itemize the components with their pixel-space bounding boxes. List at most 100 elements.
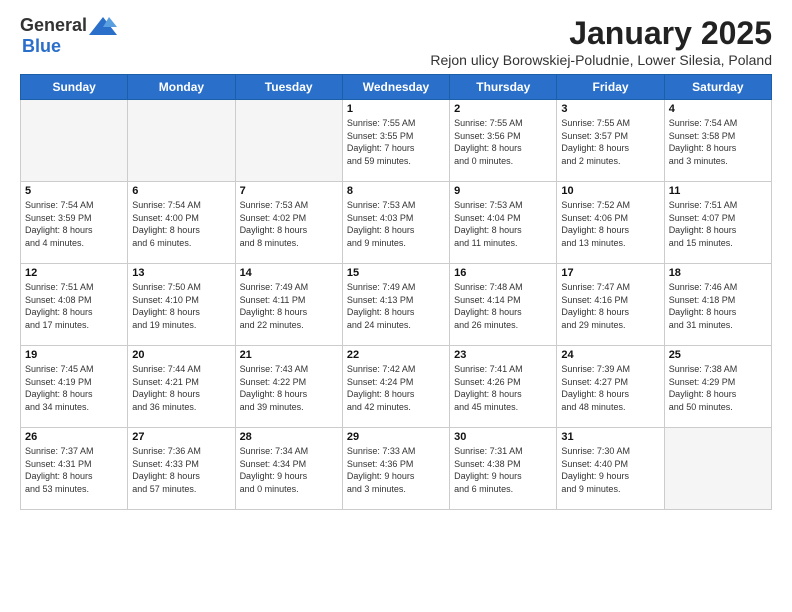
day-info: Sunrise: 7:54 AMSunset: 3:58 PMDaylight:… xyxy=(669,117,767,167)
day-number: 20 xyxy=(132,349,230,361)
day-number: 21 xyxy=(240,349,338,361)
logo-blue: Blue xyxy=(22,36,61,56)
day-info: Sunrise: 7:54 AMSunset: 4:00 PMDaylight:… xyxy=(132,199,230,249)
day-number: 29 xyxy=(347,431,445,443)
day-number: 5 xyxy=(25,185,123,197)
day-cell: 26 Sunrise: 7:37 AMSunset: 4:31 PMDayligh… xyxy=(21,428,128,510)
day-cell: 1Sunrise: 7:55 AMSunset: 3:55 PMDaylight… xyxy=(342,100,449,182)
col-header-thursday: Thursday xyxy=(450,75,557,100)
day-info: Sunrise: 7:53 AMSunset: 4:02 PMDaylight:… xyxy=(240,199,338,249)
page: General Blue January 2025 Rejon ulicy Bo… xyxy=(0,0,792,520)
day-number: 12 xyxy=(25,267,123,279)
month-title: January 2025 xyxy=(430,15,772,52)
day-number: 15 xyxy=(347,267,445,279)
day-cell: 4Sunrise: 7:54 AMSunset: 3:58 PMDaylight… xyxy=(664,100,771,182)
day-info: Sunrise: 7:49 AMSunset: 4:11 PMDaylight:… xyxy=(240,281,338,331)
day-info: Sunrise: 7:48 AMSunset: 4:14 PMDaylight:… xyxy=(454,281,552,331)
day-number: 18 xyxy=(669,267,767,279)
day-cell: 6 Sunrise: 7:54 AMSunset: 4:00 PMDaylight… xyxy=(128,182,235,264)
day-cell: 9 Sunrise: 7:53 AMSunset: 4:04 PMDaylight… xyxy=(450,182,557,264)
day-info: Sunrise: 7:49 AMSunset: 4:13 PMDaylight:… xyxy=(347,281,445,331)
week-row-4: 19 Sunrise: 7:45 AMSunset: 4:19 PMDayligh… xyxy=(21,346,772,428)
header-row: SundayMondayTuesdayWednesdayThursdayFrid… xyxy=(21,75,772,100)
day-info: Sunrise: 7:55 AMSunset: 3:56 PMDaylight:… xyxy=(454,117,552,167)
day-number: 7 xyxy=(240,185,338,197)
day-info: Sunrise: 7:30 AMSunset: 4:40 PMDaylight:… xyxy=(561,445,659,495)
day-cell: 30 Sunrise: 7:31 AMSunset: 4:38 PMDayligh… xyxy=(450,428,557,510)
day-number: 17 xyxy=(561,267,659,279)
day-cell: 11 Sunrise: 7:51 AMSunset: 4:07 PMDayligh… xyxy=(664,182,771,264)
day-number: 31 xyxy=(561,431,659,443)
day-number: 8 xyxy=(347,185,445,197)
day-number: 19 xyxy=(25,349,123,361)
col-header-wednesday: Wednesday xyxy=(342,75,449,100)
subtitle: Rejon ulicy Borowskiej-Poludnie, Lower S… xyxy=(430,52,772,68)
col-header-tuesday: Tuesday xyxy=(235,75,342,100)
col-header-saturday: Saturday xyxy=(664,75,771,100)
day-number: 28 xyxy=(240,431,338,443)
logo: General Blue xyxy=(20,15,119,57)
day-cell xyxy=(664,428,771,510)
day-info: Sunrise: 7:38 AMSunset: 4:29 PMDaylight:… xyxy=(669,363,767,413)
day-info: Sunrise: 7:53 AMSunset: 4:04 PMDaylight:… xyxy=(454,199,552,249)
day-info: Sunrise: 7:41 AMSunset: 4:26 PMDaylight:… xyxy=(454,363,552,413)
week-row-5: 26 Sunrise: 7:37 AMSunset: 4:31 PMDayligh… xyxy=(21,428,772,510)
day-cell: 5 Sunrise: 7:54 AMSunset: 3:59 PMDaylight… xyxy=(21,182,128,264)
day-number: 14 xyxy=(240,267,338,279)
day-number: 9 xyxy=(454,185,552,197)
day-cell: 20Sunrise: 7:44 AMSunset: 4:21 PMDayligh… xyxy=(128,346,235,428)
day-cell: 16Sunrise: 7:48 AMSunset: 4:14 PMDayligh… xyxy=(450,264,557,346)
week-row-2: 5 Sunrise: 7:54 AMSunset: 3:59 PMDaylight… xyxy=(21,182,772,264)
col-header-friday: Friday xyxy=(557,75,664,100)
day-number: 3 xyxy=(561,103,659,115)
day-info: Sunrise: 7:34 AMSunset: 4:34 PMDaylight:… xyxy=(240,445,338,495)
day-number: 25 xyxy=(669,349,767,361)
title-section: January 2025 Rejon ulicy Borowskiej-Polu… xyxy=(430,15,772,68)
day-info: Sunrise: 7:36 AMSunset: 4:33 PMDaylight:… xyxy=(132,445,230,495)
logo-general: General xyxy=(20,15,87,36)
day-info: Sunrise: 7:39 AMSunset: 4:27 PMDaylight:… xyxy=(561,363,659,413)
day-cell: 28 Sunrise: 7:34 AMSunset: 4:34 PMDayligh… xyxy=(235,428,342,510)
day-info: Sunrise: 7:50 AMSunset: 4:10 PMDaylight:… xyxy=(132,281,230,331)
day-info: Sunrise: 7:46 AMSunset: 4:18 PMDaylight:… xyxy=(669,281,767,331)
day-number: 26 xyxy=(25,431,123,443)
day-number: 1 xyxy=(347,103,445,115)
day-cell: 29 Sunrise: 7:33 AMSunset: 4:36 PMDayligh… xyxy=(342,428,449,510)
day-cell: 7 Sunrise: 7:53 AMSunset: 4:02 PMDaylight… xyxy=(235,182,342,264)
day-cell: 18 Sunrise: 7:46 AMSunset: 4:18 PMDayligh… xyxy=(664,264,771,346)
day-number: 6 xyxy=(132,185,230,197)
header: General Blue January 2025 Rejon ulicy Bo… xyxy=(20,15,772,68)
week-row-3: 12 Sunrise: 7:51 AMSunset: 4:08 PMDayligh… xyxy=(21,264,772,346)
day-info: Sunrise: 7:33 AMSunset: 4:36 PMDaylight:… xyxy=(347,445,445,495)
day-number: 24 xyxy=(561,349,659,361)
day-cell: 3Sunrise: 7:55 AMSunset: 3:57 PMDaylight… xyxy=(557,100,664,182)
day-number: 10 xyxy=(561,185,659,197)
day-cell: 10Sunrise: 7:52 AMSunset: 4:06 PMDayligh… xyxy=(557,182,664,264)
day-cell xyxy=(235,100,342,182)
col-header-sunday: Sunday xyxy=(21,75,128,100)
day-cell xyxy=(21,100,128,182)
day-info: Sunrise: 7:45 AMSunset: 4:19 PMDaylight:… xyxy=(25,363,123,413)
day-info: Sunrise: 7:51 AMSunset: 4:07 PMDaylight:… xyxy=(669,199,767,249)
day-info: Sunrise: 7:51 AMSunset: 4:08 PMDaylight:… xyxy=(25,281,123,331)
day-cell: 27 Sunrise: 7:36 AMSunset: 4:33 PMDayligh… xyxy=(128,428,235,510)
day-info: Sunrise: 7:47 AMSunset: 4:16 PMDaylight:… xyxy=(561,281,659,331)
day-info: Sunrise: 7:31 AMSunset: 4:38 PMDaylight:… xyxy=(454,445,552,495)
day-number: 11 xyxy=(669,185,767,197)
day-info: Sunrise: 7:53 AMSunset: 4:03 PMDaylight:… xyxy=(347,199,445,249)
day-cell: 14 Sunrise: 7:49 AMSunset: 4:11 PMDayligh… xyxy=(235,264,342,346)
calendar: SundayMondayTuesdayWednesdayThursdayFrid… xyxy=(20,74,772,510)
day-cell xyxy=(128,100,235,182)
day-info: Sunrise: 7:42 AMSunset: 4:24 PMDaylight:… xyxy=(347,363,445,413)
day-number: 27 xyxy=(132,431,230,443)
day-cell: 12 Sunrise: 7:51 AMSunset: 4:08 PMDayligh… xyxy=(21,264,128,346)
day-number: 2 xyxy=(454,103,552,115)
day-cell: 22Sunrise: 7:42 AMSunset: 4:24 PMDayligh… xyxy=(342,346,449,428)
day-number: 23 xyxy=(454,349,552,361)
day-number: 30 xyxy=(454,431,552,443)
day-info: Sunrise: 7:37 AMSunset: 4:31 PMDaylight:… xyxy=(25,445,123,495)
day-info: Sunrise: 7:54 AMSunset: 3:59 PMDaylight:… xyxy=(25,199,123,249)
day-cell: 25 Sunrise: 7:38 AMSunset: 4:29 PMDayligh… xyxy=(664,346,771,428)
day-cell: 31 Sunrise: 7:30 AMSunset: 4:40 PMDayligh… xyxy=(557,428,664,510)
day-cell: 24 Sunrise: 7:39 AMSunset: 4:27 PMDayligh… xyxy=(557,346,664,428)
